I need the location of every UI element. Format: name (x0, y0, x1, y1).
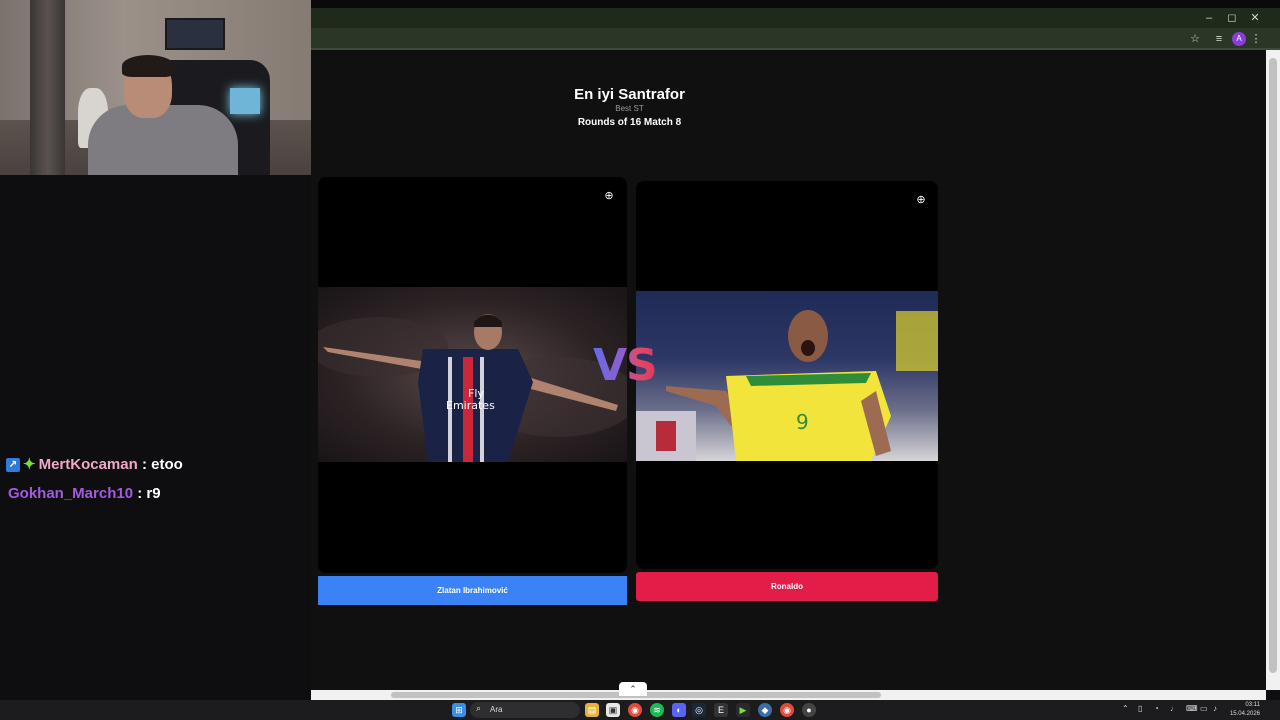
browser-toolbar (311, 28, 1280, 50)
contender-photo[interactable]: 9 (636, 291, 938, 461)
chat-text: etoo (151, 456, 183, 473)
epic-games-icon[interactable]: E (714, 703, 728, 717)
app-icon[interactable]: ◆ (758, 703, 772, 717)
clock-date: 15.04.2026 (1229, 711, 1260, 717)
system-clock[interactable]: 03:11 15.04.2026 (1226, 701, 1260, 719)
chevron-up-icon[interactable]: ⌃ (1122, 704, 1129, 713)
spotify-icon[interactable]: ≋ (650, 703, 664, 717)
sparkle-icon: ✦ (23, 456, 36, 474)
taskbar-search[interactable]: ⌕ Ara (470, 702, 580, 718)
volume-icon[interactable]: ♪ (1213, 704, 1217, 713)
chat-panel: ↗ ✦ MertKocaman : etoo Gokhan_March10 : … (0, 175, 311, 700)
versus-label: VS (593, 340, 658, 391)
pick-left-button[interactable]: Zlatan Ibrahimović (318, 576, 627, 605)
title-bar (311, 8, 1280, 28)
store-icon[interactable]: ▣ (606, 703, 620, 717)
quiz-subtitle: Best ST (615, 104, 644, 113)
search-icon: ⌕ (476, 703, 482, 713)
scrollbar-thumb[interactable] (1269, 58, 1277, 673)
monitor-icon[interactable]: ▭ (1200, 704, 1208, 713)
profile-avatar[interactable]: A (1232, 32, 1246, 46)
wall-picture (165, 18, 225, 50)
page-content: En iyi Santrafor Best ST Rounds of 16 Ma… (311, 50, 1266, 690)
minimize-button[interactable]: – (1197, 8, 1221, 28)
bookmark-star-icon[interactable]: ☆ (1187, 31, 1203, 47)
chat-text: r9 (146, 485, 161, 502)
steam-icon[interactable]: ◎ (692, 703, 706, 717)
clock-time: 03:11 (1245, 702, 1260, 708)
browser-window: – ◻ ✕ ☆ ≡ A ⋮ En iyi Santrafor Best ST R… (311, 0, 1280, 700)
round-indicator: Rounds of 16 Match 8 (577, 117, 682, 128)
file-explorer-icon[interactable]: ▤ (585, 703, 599, 717)
obs-icon[interactable]: ● (802, 703, 816, 717)
contender-card-right[interactable]: ⊕ 9 (636, 181, 938, 569)
microphone-icon[interactable]: ♩ (1170, 704, 1178, 713)
discord-icon[interactable]: ◐ (672, 703, 686, 717)
chat-separator: : (133, 485, 147, 502)
menu-kebab-icon[interactable]: ⋮ (1248, 31, 1264, 47)
pick-right-button[interactable]: Ronaldo (636, 572, 938, 601)
start-windows-icon[interactable]: ⊞ (452, 703, 466, 717)
chat-message: Gokhan_March10 : r9 (8, 485, 161, 502)
chat-username: Gokhan_March10 (8, 485, 134, 502)
jersey-sponsor-text: Emirates (446, 399, 495, 412)
player-figure: Fly Emirates (318, 314, 627, 462)
user-badges: ↗ ✦ (6, 456, 36, 474)
network-icon[interactable]: ◔ (1154, 704, 1159, 713)
quiz-title: En iyi Santrafor (574, 86, 685, 103)
play-icon[interactable]: ▶ (736, 703, 750, 717)
chat-separator: : (137, 456, 152, 473)
verified-icon: ↗ (6, 458, 20, 473)
screen: ↗ ✦ MertKocaman : etoo Gokhan_March10 : … (0, 0, 1280, 720)
contender-photo[interactable]: Fly Emirates (318, 287, 627, 462)
chevron-up-icon[interactable]: ⌃ (619, 682, 647, 696)
taskbar: ⊞ ⌕ Ara ▤ ▣ ◉ ≋ ◐ ◎ E ▶ ◆ ◉ ● ⌃ ▯ ◔ ♩ ⌨ … (0, 700, 1280, 720)
chat-username: MertKocaman (38, 456, 138, 473)
webcam-overlay (0, 0, 311, 175)
streamer-body (88, 105, 238, 175)
vertical-scrollbar[interactable] (1266, 50, 1280, 690)
chrome-icon[interactable]: ◉ (780, 703, 794, 717)
zoom-in-icon[interactable]: ⊕ (602, 189, 616, 203)
maximize-button[interactable]: ◻ (1220, 8, 1244, 28)
chrome-icon[interactable]: ◉ (628, 703, 642, 717)
player-figure: 9 (636, 310, 938, 461)
jersey-number: 9 (796, 410, 809, 434)
chat-message: ↗ ✦ MertKocaman : etoo (6, 456, 183, 473)
media-controls-icon[interactable]: ≡ (1211, 31, 1227, 47)
close-button[interactable]: ✕ (1243, 8, 1267, 28)
search-placeholder: Ara (490, 705, 503, 714)
monitor-glow (230, 88, 260, 114)
contender-card-left[interactable]: ⊕ Fly Emirates (318, 177, 627, 573)
battery-icon[interactable]: ▯ (1138, 704, 1142, 713)
horizontal-scrollbar[interactable] (311, 690, 1266, 700)
keyboard-icon[interactable]: ⌨ (1186, 704, 1198, 713)
zoom-in-icon[interactable]: ⊕ (914, 193, 928, 207)
